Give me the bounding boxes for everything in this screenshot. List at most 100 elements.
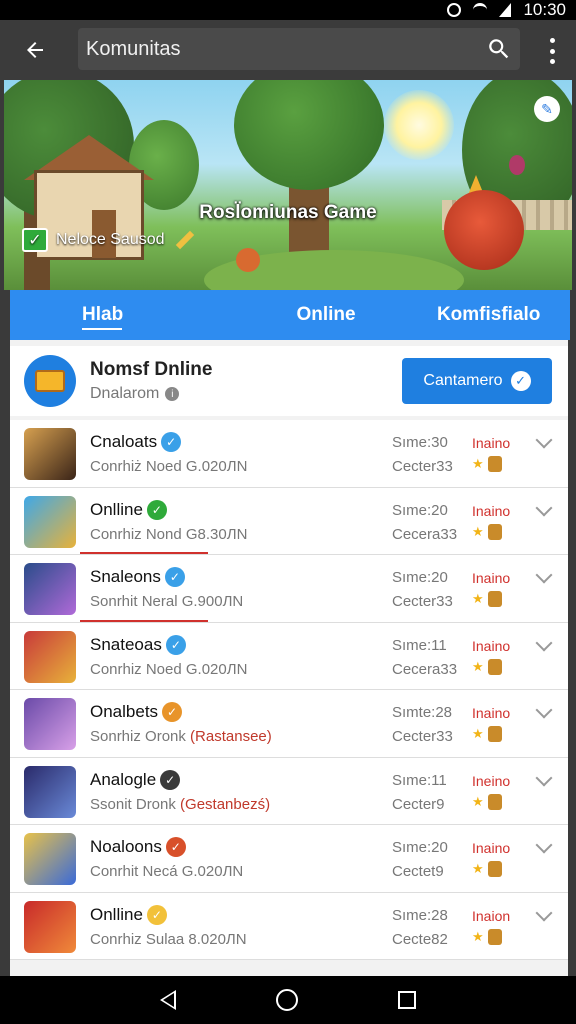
item-subtitle: Sonrhit Neral G.900ЛN bbox=[90, 593, 243, 610]
status-badge-icon: ✓ bbox=[162, 702, 183, 722]
item-reward-icons: ★ bbox=[472, 658, 502, 675]
search-icon[interactable] bbox=[486, 36, 512, 62]
chevron-down-icon[interactable] bbox=[535, 566, 553, 584]
status-time: 10:30 bbox=[523, 0, 566, 19]
item-subtitle: Conrhiż Noed G.020ЛN bbox=[90, 458, 247, 475]
tab-label: Online bbox=[296, 304, 356, 325]
item-status: Inaino bbox=[472, 705, 511, 721]
item-time-secondary: Cecte82 bbox=[392, 930, 448, 948]
status-badge-icon: ✓ bbox=[160, 769, 181, 790]
status-badge-icon: ✓ bbox=[146, 904, 167, 925]
contact-button-label: Cantamero bbox=[423, 372, 503, 389]
item-subtitle: Ssonit Dronk (Gestanbezś) bbox=[90, 796, 270, 813]
list-item[interactable]: Snateoas ✓ Conrhiz Noed G.020ЛN Sıme:11 … bbox=[10, 622, 568, 690]
game-thumbnail bbox=[24, 900, 76, 953]
item-name: Snateoas bbox=[90, 634, 162, 654]
header-text: Nomsf Dnline Dnalarom i bbox=[90, 359, 212, 403]
item-name-row: Snateoas ✓ bbox=[90, 634, 186, 655]
nav-back-icon[interactable] bbox=[160, 990, 176, 1010]
game-thumbnail bbox=[24, 428, 76, 480]
bag-icon bbox=[487, 726, 502, 742]
game-thumbnail bbox=[24, 563, 76, 615]
bag-icon bbox=[487, 523, 502, 540]
item-time-secondary: Cecter33 bbox=[392, 728, 453, 745]
chest-icon bbox=[35, 370, 65, 392]
wifi-icon bbox=[473, 3, 488, 17]
item-reward-icons: ★ bbox=[472, 726, 502, 742]
item-name-row: Onlline ✓ bbox=[90, 904, 167, 925]
chevron-down-icon[interactable] bbox=[535, 431, 553, 449]
list-item[interactable]: Cnaloats ✓ Conrhiż Noed G.020ЛN Sıme:30 … bbox=[10, 420, 568, 488]
item-name-row: Cnaloats ✓ bbox=[90, 432, 182, 452]
more-vert-icon[interactable] bbox=[540, 36, 564, 66]
item-time-secondary: Cecera33 bbox=[392, 660, 458, 678]
bag-icon bbox=[487, 928, 502, 945]
tab-hlab[interactable]: Hlab bbox=[10, 290, 245, 340]
status-badge-icon: ✓ bbox=[165, 634, 186, 655]
item-status: Ineino bbox=[472, 772, 511, 789]
contact-button[interactable]: Cantamero ✓ bbox=[402, 358, 552, 404]
item-sub-extra: (Rastansee) bbox=[190, 728, 272, 745]
list-item[interactable]: Analogle ✓ Ssonit Dronk (Gestanbezś) Sım… bbox=[10, 757, 568, 825]
star-icon: ★ bbox=[472, 861, 484, 876]
banner-balloon bbox=[509, 155, 525, 175]
list-item[interactable]: Snaleons ✓ Sonrhit Neral G.900ЛN Sıme:20… bbox=[10, 555, 568, 623]
item-status: Inaino bbox=[472, 637, 511, 654]
chevron-down-icon[interactable] bbox=[535, 769, 553, 786]
bag-icon bbox=[487, 793, 502, 810]
list-item[interactable]: Noaloons ✓ Conrhit Necá G.020ЛN Sıme:20 … bbox=[10, 825, 568, 893]
item-time: Sıme:30 bbox=[392, 434, 448, 451]
item-name-row: Snaleons ✓ bbox=[90, 567, 185, 587]
list-item[interactable]: Onlline ✓ Conrhiz Sulaa 8.020ЛN Sıme:28 … bbox=[10, 892, 568, 960]
item-name-row: Onlline ✓ bbox=[90, 499, 167, 520]
status-bar: 10:30 bbox=[0, 0, 576, 20]
item-sub: Conrhiz Nond G8.30ЛN bbox=[90, 525, 248, 543]
game-thumbnail bbox=[24, 698, 76, 750]
item-name: Onalbets bbox=[90, 702, 159, 721]
item-subtitle: Conrhiz Noed G.020ЛN bbox=[90, 661, 247, 678]
edit-icon[interactable]: ✎ bbox=[534, 96, 560, 122]
content-area: Nomsf Dnline Dnalarom i Cantamero ✓ Cnal… bbox=[10, 340, 568, 976]
nav-recents-icon[interactable] bbox=[398, 991, 416, 1009]
list-item[interactable]: Onalbets ✓ Sonrhiz Oronk (Rastansee) Sım… bbox=[10, 690, 568, 758]
item-subtitle: Sonrhiz Oronk (Rastansee) bbox=[90, 728, 272, 745]
tab-label: Hlab bbox=[82, 304, 124, 325]
item-name-row: Noaloons ✓ bbox=[90, 837, 186, 857]
check-icon: ✓ bbox=[22, 228, 48, 252]
star-icon: ★ bbox=[472, 658, 484, 674]
item-sub: Sonrhit Neral G.900ЛN bbox=[90, 593, 244, 610]
signal-icon bbox=[499, 3, 512, 17]
tab-komfisfialo[interactable]: Komfisfialo bbox=[407, 290, 570, 340]
chevron-down-icon[interactable] bbox=[535, 499, 553, 516]
nav-home-icon[interactable] bbox=[276, 989, 298, 1011]
star-icon: ★ bbox=[472, 928, 484, 944]
tab-online[interactable]: Online bbox=[245, 290, 408, 340]
item-sub: Conrhiż Noed G.020ЛN bbox=[90, 458, 248, 475]
banner-badge-text: Neloce Sausod bbox=[56, 231, 165, 248]
item-sub: Conrhiz Sulaa 8.020ЛN bbox=[90, 930, 247, 948]
item-time: Sıme:11 bbox=[392, 771, 447, 789]
back-button[interactable] bbox=[0, 20, 70, 80]
chevron-down-icon[interactable] bbox=[535, 904, 553, 921]
item-subtitle: Conrhiz Nond G8.30ЛN bbox=[90, 526, 247, 543]
game-thumbnail bbox=[24, 833, 76, 885]
chevron-down-icon[interactable] bbox=[535, 634, 553, 651]
list-item[interactable]: Onlline ✓ Conrhiz Nond G8.30ЛN Sıme:20 C… bbox=[10, 487, 568, 555]
chevron-down-icon[interactable] bbox=[535, 836, 553, 854]
member-list: Cnaloats ✓ Conrhiż Noed G.020ЛN Sıme:30 … bbox=[10, 420, 568, 960]
status-badge-icon: ✓ bbox=[165, 837, 186, 857]
check-arrow-icon: ✓ bbox=[510, 371, 531, 391]
tab-label: Komfisfialo bbox=[436, 304, 541, 325]
chevron-down-icon[interactable] bbox=[535, 701, 553, 719]
community-banner: Rosl̈omiunas Game ✓ Neloce Sausod ✎ bbox=[4, 80, 572, 290]
item-name: Onlline bbox=[90, 499, 143, 519]
item-status: Inaino bbox=[472, 840, 511, 856]
star-icon: ★ bbox=[472, 591, 484, 606]
item-status: Inaino bbox=[472, 570, 511, 586]
item-reward-icons: ★ bbox=[472, 793, 502, 810]
item-name: Noaloons bbox=[90, 837, 162, 856]
game-thumbnail bbox=[24, 495, 76, 548]
game-thumbnail bbox=[24, 630, 76, 683]
search-input[interactable]: Komunitas bbox=[78, 28, 520, 70]
item-reward-icons: ★ bbox=[472, 861, 502, 877]
